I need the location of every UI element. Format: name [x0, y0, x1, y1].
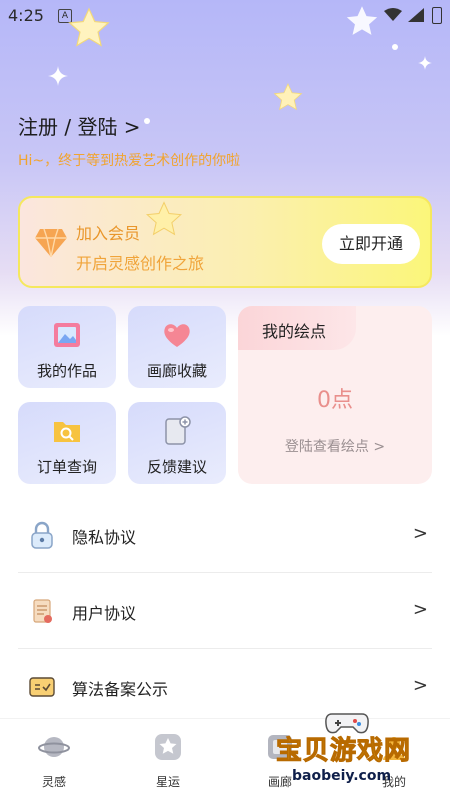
- vip-activate-button[interactable]: 立即开通: [322, 224, 420, 264]
- star-decoration-icon: [346, 6, 378, 35]
- search-folder-icon: [54, 422, 80, 442]
- lock-icon: [31, 521, 53, 549]
- vip-subtitle: 开启灵感创作之旅: [76, 254, 205, 273]
- signal-icon: [408, 8, 424, 22]
- heart-icon: [164, 324, 190, 347]
- points-login-link[interactable]: 登陆查看绘点 >: [238, 436, 432, 456]
- dot-decoration: [392, 44, 398, 50]
- chevron-right-icon: >: [412, 523, 428, 544]
- planet-icon: [38, 737, 70, 757]
- menu-label: 用户协议: [72, 604, 137, 623]
- diamond-icon: [35, 228, 67, 258]
- star-decoration-icon: [145, 201, 183, 236]
- sparkle-icon: [418, 56, 432, 70]
- points-title: 我的绘点: [262, 322, 327, 341]
- menu-item-user-agreement[interactable]: 用户协议 >: [18, 573, 432, 649]
- sparkle-icon: [48, 66, 68, 86]
- menu-label: 隐私协议: [72, 528, 137, 547]
- star-decoration-icon: [273, 83, 303, 111]
- tile-feedback[interactable]: 反馈建议: [128, 402, 226, 484]
- tile-label: 订单查询: [36, 458, 97, 476]
- chevron-right-icon: >: [412, 599, 428, 620]
- dot-decoration: [144, 118, 150, 124]
- star-badge-icon: [155, 734, 181, 760]
- tab-label: 星运: [155, 775, 180, 789]
- battery-icon: [432, 7, 442, 24]
- scroll-icon: [33, 599, 52, 623]
- vip-title: 加入会员: [76, 224, 141, 243]
- tile-label: 反馈建议: [146, 458, 207, 476]
- welcome-tagline: Hi~，终于等到热爱艺术创作的你啦: [18, 153, 241, 169]
- certificate-icon: [29, 677, 55, 697]
- my-points-card[interactable]: 我的绘点 0点 登陆查看绘点 >: [238, 306, 432, 484]
- feedback-doc-icon: [165, 416, 191, 445]
- tile-label: 我的作品: [36, 362, 97, 380]
- tile-gallery-favorites[interactable]: 画廊收藏: [128, 306, 226, 388]
- watermark-title: 宝贝游戏网: [275, 736, 412, 767]
- watermark: 宝贝游戏网 baobeiy.com: [270, 708, 450, 800]
- vip-membership-card[interactable]: 加入会员 开启灵感创作之旅 立即开通: [18, 196, 432, 288]
- picture-frame-icon: [54, 323, 80, 347]
- watermark-url: baobeiy.com: [292, 768, 392, 784]
- login-register-link[interactable]: 注册 / 登陆 >: [18, 111, 141, 140]
- status-time: 4:25: [8, 6, 44, 25]
- chevron-right-icon: >: [412, 675, 428, 696]
- star-decoration-icon: [68, 7, 110, 47]
- points-header: 我的绘点: [238, 306, 356, 350]
- menu-item-privacy[interactable]: 隐私协议 >: [18, 497, 432, 573]
- wifi-icon: [384, 8, 402, 21]
- tile-order-query[interactable]: 订单查询: [18, 402, 116, 484]
- tile-my-works[interactable]: 我的作品: [18, 306, 116, 388]
- tab-inspiration[interactable]: 灵感: [14, 731, 94, 793]
- tab-label: 灵感: [41, 775, 66, 789]
- tile-label: 画廊收藏: [146, 362, 207, 380]
- menu-label: 算法备案公示: [72, 680, 169, 699]
- points-value: 0点: [317, 388, 353, 413]
- tab-horoscope[interactable]: 星运: [128, 731, 208, 793]
